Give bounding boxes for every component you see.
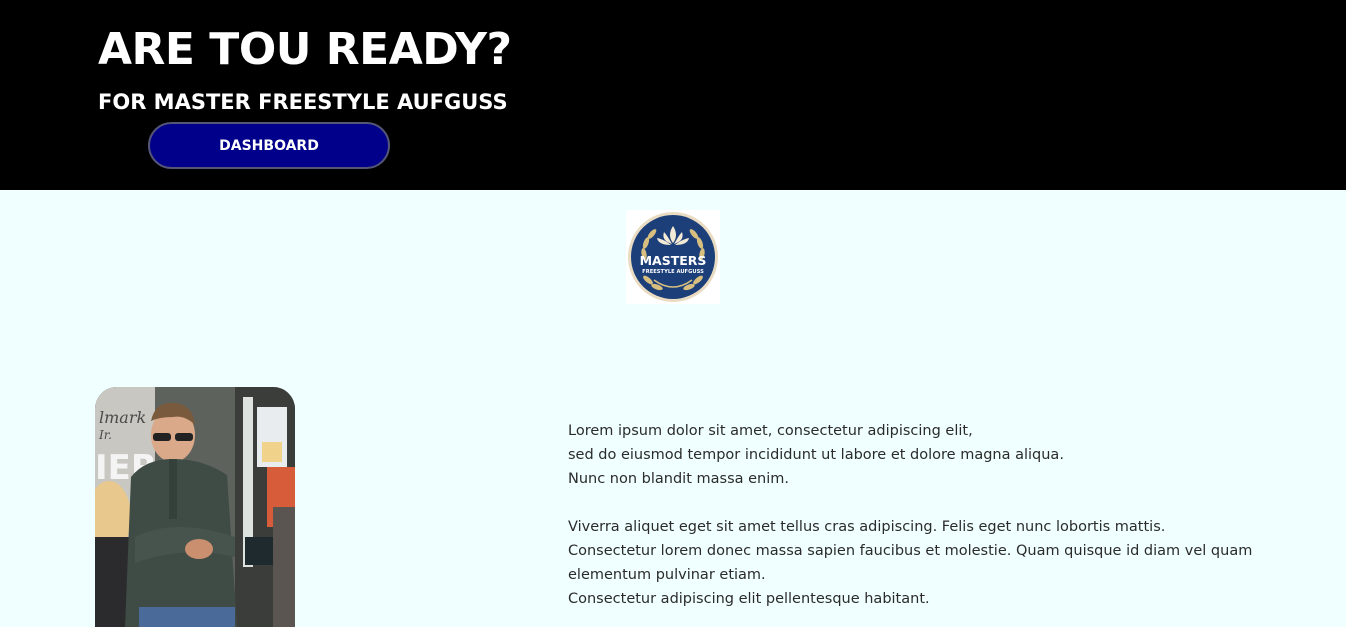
person-photo-icon: lmark Ir. IER <box>95 387 295 627</box>
hero-subtitle: FOR MASTER FREESTYLE AUFGUSS <box>98 90 508 114</box>
content-line: Lorem ipsum dolor sit amet, consectetur … <box>568 423 973 439</box>
masters-logo: MASTERS FREESTYLE AUFGUSS <box>626 210 720 304</box>
content-line: sed do eiusmod tempor incididunt ut labo… <box>568 447 1064 463</box>
hero-title: ARE TOU READY? <box>98 24 512 75</box>
svg-text:lmark: lmark <box>99 408 146 427</box>
logo-title: MASTERS <box>640 253 707 268</box>
hero-banner: ARE TOU READY? FOR MASTER FREESTYLE AUFG… <box>0 0 1346 190</box>
content-line: Nunc non blandit massa enim. <box>568 471 789 487</box>
content-paragraph: Lorem ipsum dolor sit amet, consectetur … <box>568 419 1268 491</box>
svg-text:Ir.: Ir. <box>98 428 112 442</box>
dashboard-button[interactable]: DASHBOARD <box>148 122 390 169</box>
content-text: Lorem ipsum dolor sit amet, consectetur … <box>568 419 1268 611</box>
content-line: Consectetur adipiscing elit pellentesque… <box>568 591 930 607</box>
logo-subtitle: FREESTYLE AUFGUSS <box>642 269 704 275</box>
content-line: Viverra aliquet eget sit amet tellus cra… <box>568 519 1166 535</box>
content-line: Consectetur lorem donec massa sapien fau… <box>568 543 1253 583</box>
lotus-laurel-emblem-icon: MASTERS FREESTYLE AUFGUSS <box>628 212 718 302</box>
content-paragraph: Viverra aliquet eget sit amet tellus cra… <box>568 515 1268 611</box>
person-photo: lmark Ir. IER <box>95 387 295 627</box>
